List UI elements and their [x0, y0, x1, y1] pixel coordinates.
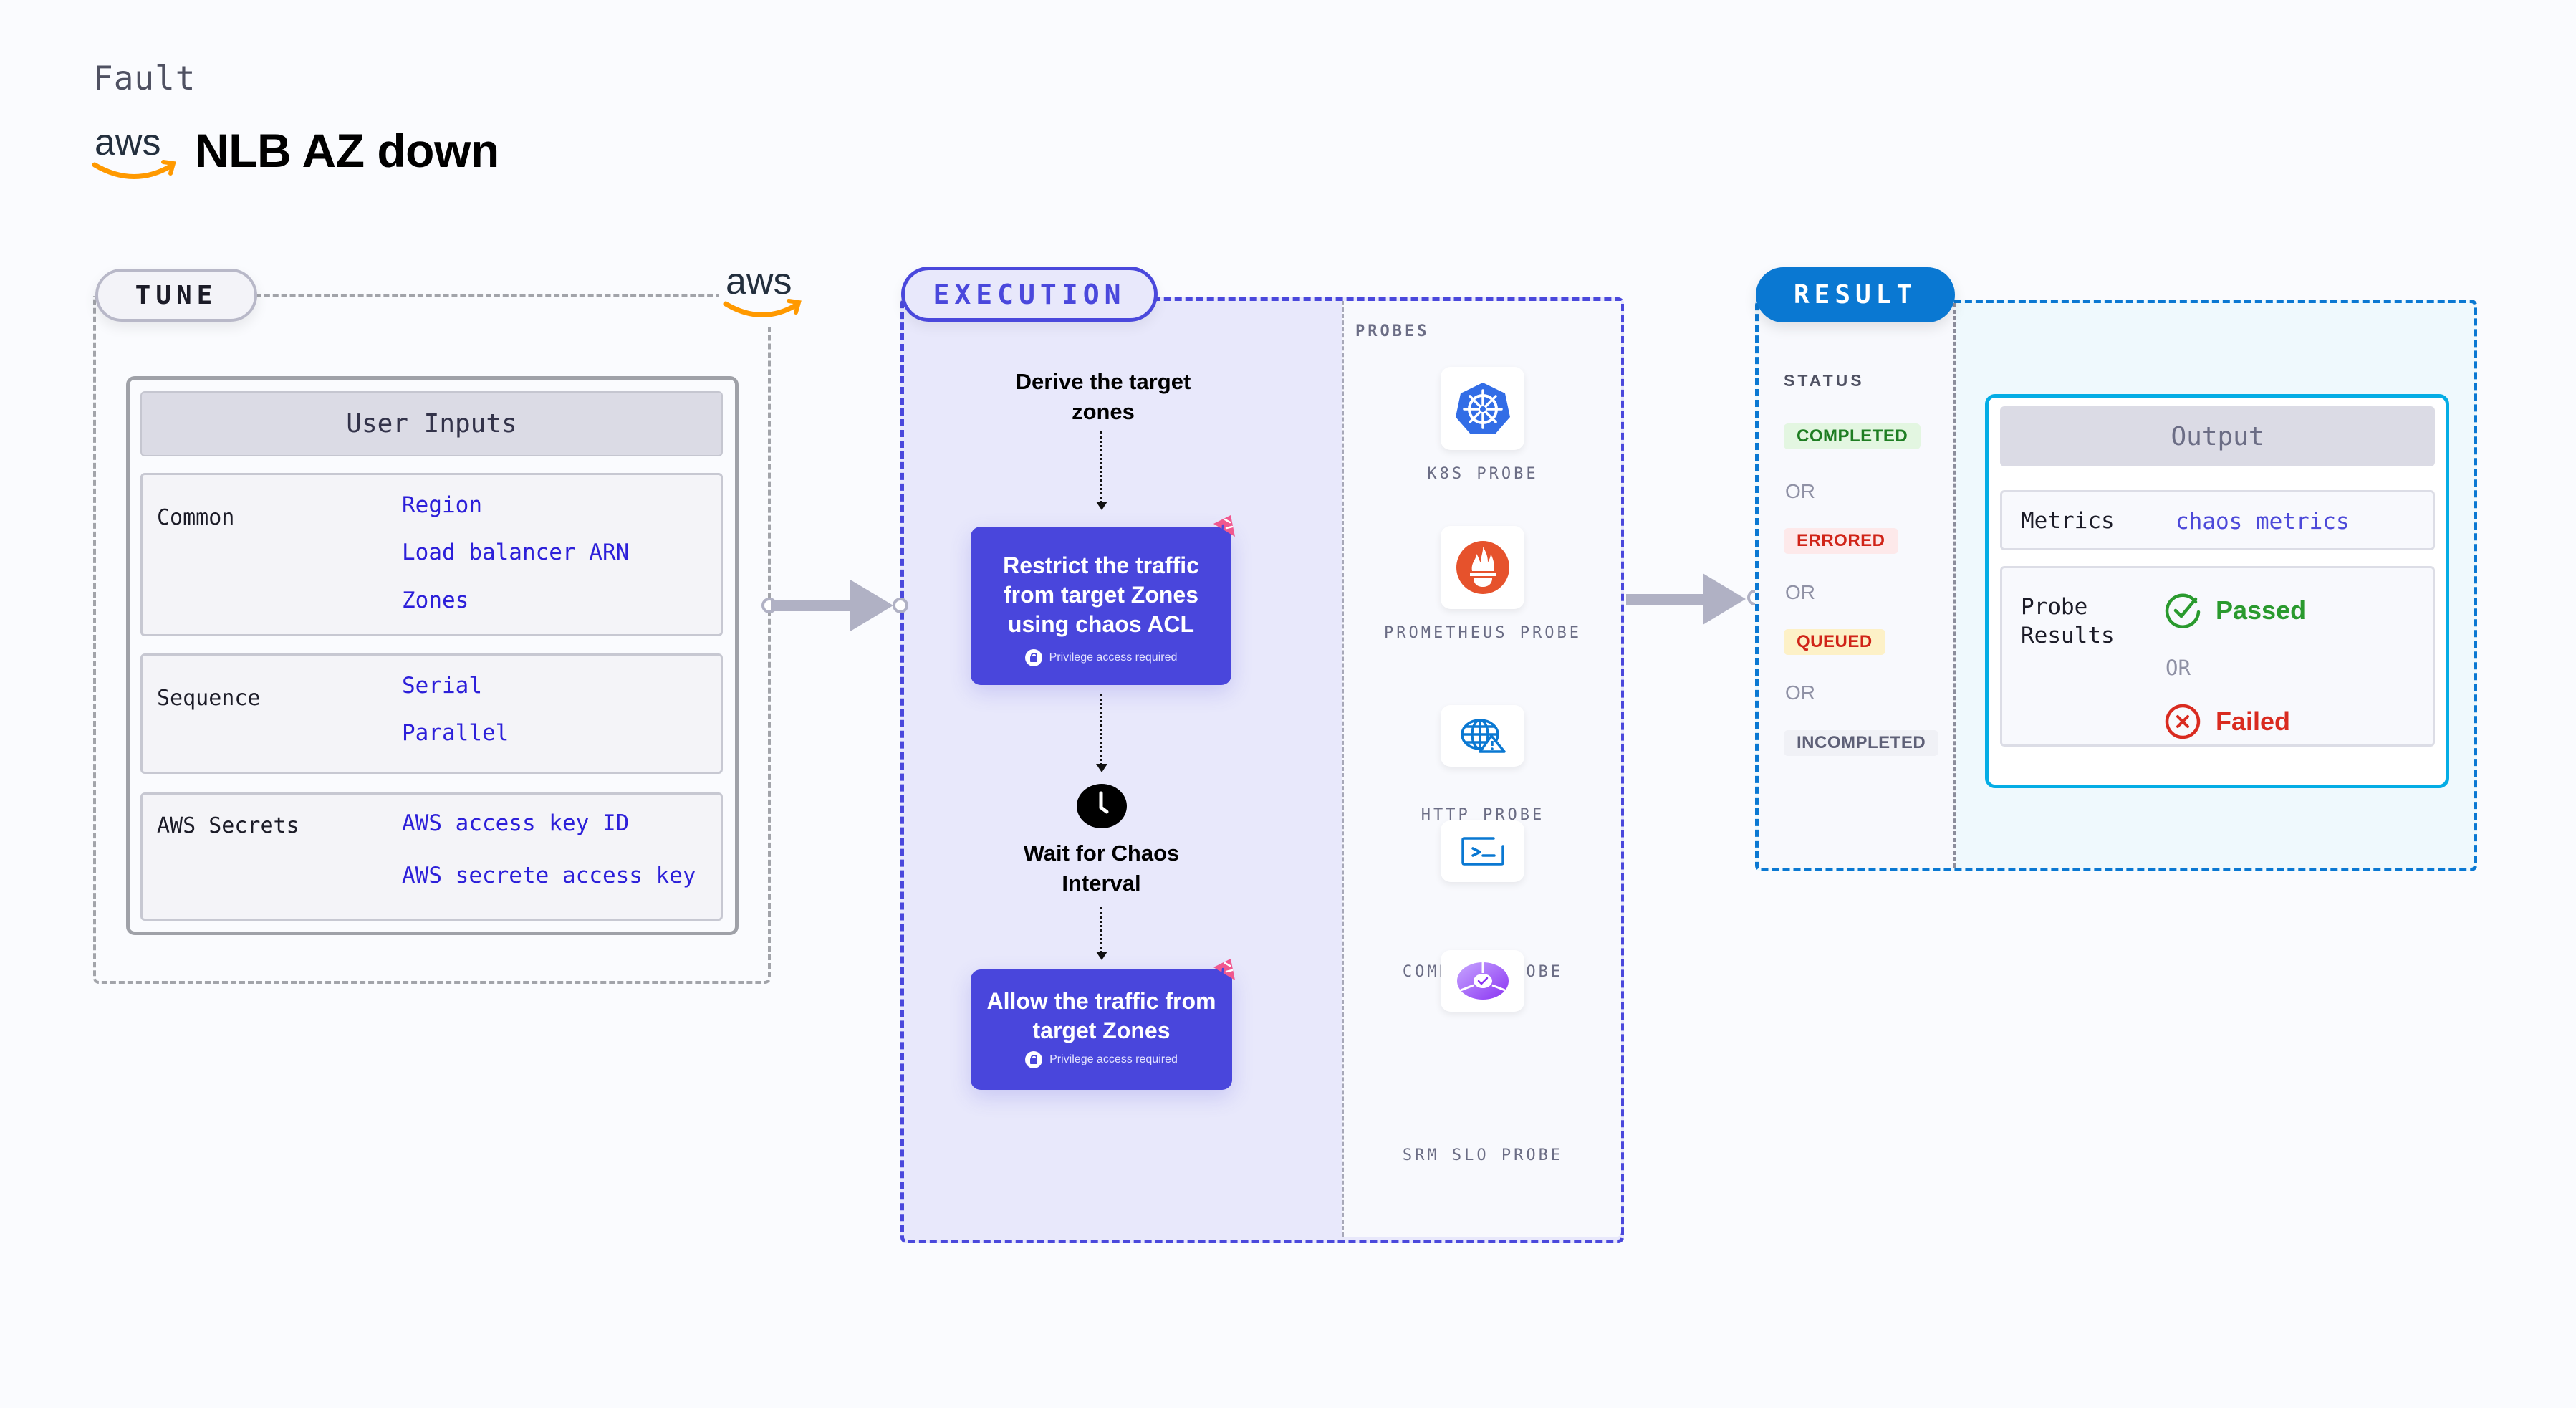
flow-connector-head: [1096, 764, 1107, 772]
globe-warning-icon: [1460, 719, 1506, 753]
clock-icon: [1077, 784, 1127, 828]
input-group-sequence: Sequence Serial Parallel: [140, 653, 723, 774]
or-separator: OR: [1785, 480, 1815, 502]
action-title: Allow the traffic from target Zones: [986, 988, 1216, 1043]
group-label: Common: [157, 505, 235, 530]
status-badge-incompleted: INCOMPLETED: [1784, 730, 1939, 756]
or-separator: OR: [1785, 581, 1815, 603]
or-separator: OR: [2166, 656, 2191, 680]
chaos-badge-icon: [1213, 515, 1235, 537]
flow-arrow-line: [1626, 594, 1706, 605]
input-load-balancer-arn[interactable]: Load balancer ARN: [402, 540, 629, 565]
privilege-note-text: Privilege access required: [1049, 651, 1178, 664]
probe-label: PROMETHEUS PROBE: [1384, 624, 1582, 642]
input-aws-secret-access-key[interactable]: AWS secrete access key: [402, 863, 696, 889]
chaos-badge-icon: [1213, 959, 1235, 980]
user-inputs-title: User Inputs: [140, 391, 723, 456]
kubernetes-icon: [1455, 383, 1510, 434]
passed-label: Passed: [2216, 595, 2307, 625]
probe-results-label: Probe Results: [2021, 594, 2115, 648]
input-aws-access-key-id[interactable]: AWS access key ID: [402, 810, 629, 836]
status-badge-errored: ERRORED: [1784, 528, 1898, 554]
probe-command[interactable]: [1441, 820, 1524, 882]
aws-logo-icon: aws: [719, 258, 806, 327]
slo-icon: [1456, 962, 1509, 1000]
privilege-note-text: Privilege access required: [1049, 1053, 1178, 1065]
group-label: Sequence: [157, 686, 261, 711]
lock-icon: [1024, 649, 1042, 666]
execution-pill: EXECUTION: [901, 267, 1158, 322]
probe-label: K8S PROBE: [1427, 465, 1539, 483]
flow-connector: [1100, 431, 1102, 503]
probe-result-failed: Failed: [2164, 703, 2290, 740]
flow-connector-head: [1096, 502, 1107, 510]
svg-text:aws: aws: [726, 261, 792, 302]
lock-icon: [1025, 1051, 1043, 1068]
action-title: Restrict the traffic from target Zones u…: [1003, 552, 1199, 637]
action-allow-traffic[interactable]: Allow the traffic from target Zones Priv…: [971, 969, 1232, 1090]
input-parallel[interactable]: Parallel: [402, 720, 509, 746]
terminal-icon: [1461, 837, 1504, 866]
fault-eyebrow: Fault: [93, 59, 196, 97]
svg-text:aws: aws: [95, 122, 160, 163]
probe-result-passed: Passed: [2164, 592, 2306, 629]
failed-label: Failed: [2216, 707, 2291, 736]
flow-connector: [1100, 694, 1102, 765]
x-circle-icon: [2165, 704, 2201, 739]
metrics-value[interactable]: chaos metrics: [2176, 509, 2350, 535]
prometheus-icon: [1456, 541, 1509, 594]
flow-connector: [1100, 907, 1102, 953]
aws-logo-icon: aws: [92, 122, 176, 179]
status-badge-queued: QUEUED: [1784, 629, 1885, 655]
tune-pill: TUNE: [95, 269, 257, 322]
metrics-label: Metrics: [2021, 508, 2115, 534]
probe-http[interactable]: [1441, 705, 1524, 767]
connector-port: [893, 598, 908, 613]
input-region[interactable]: Region: [402, 492, 482, 518]
input-group-aws-secrets: AWS Secrets AWS access key ID AWS secret…: [140, 792, 723, 921]
step-derive-target-zones: Derive the target zones: [1015, 369, 1191, 424]
flow-arrow-head: [850, 580, 893, 631]
result-pill: RESULT: [1756, 267, 1955, 322]
check-circle-icon: [2165, 593, 2201, 628]
privilege-note: Privilege access required: [971, 1051, 1232, 1068]
or-separator: OR: [1785, 681, 1815, 704]
flow-arrow-line: [771, 600, 854, 611]
status-title: STATUS: [1784, 371, 1865, 390]
probe-label: SRM SLO PROBE: [1402, 1146, 1564, 1164]
probe-prometheus[interactable]: [1441, 526, 1524, 609]
page-title: NLB AZ down: [195, 124, 499, 177]
group-label: AWS Secrets: [157, 813, 299, 838]
input-group-common: Common Region Load balancer ARN Zones: [140, 473, 723, 636]
action-restrict-traffic[interactable]: Restrict the traffic from target Zones u…: [971, 527, 1231, 685]
probe-srm-slo[interactable]: [1441, 950, 1524, 1012]
privilege-note: Privilege access required: [971, 649, 1231, 666]
probes-title: PROBES: [1355, 322, 1430, 340]
input-zones[interactable]: Zones: [402, 588, 468, 613]
probe-k8s[interactable]: [1441, 367, 1524, 450]
status-badge-completed: COMPLETED: [1784, 423, 1921, 449]
output-title: Output: [2000, 406, 2435, 466]
step-wait-chaos-interval: Wait for Chaos Interval: [1023, 841, 1180, 896]
flow-connector-head: [1096, 952, 1107, 960]
flow-arrow-head: [1703, 573, 1746, 625]
tune-divider: [256, 294, 721, 297]
input-serial[interactable]: Serial: [402, 673, 482, 699]
